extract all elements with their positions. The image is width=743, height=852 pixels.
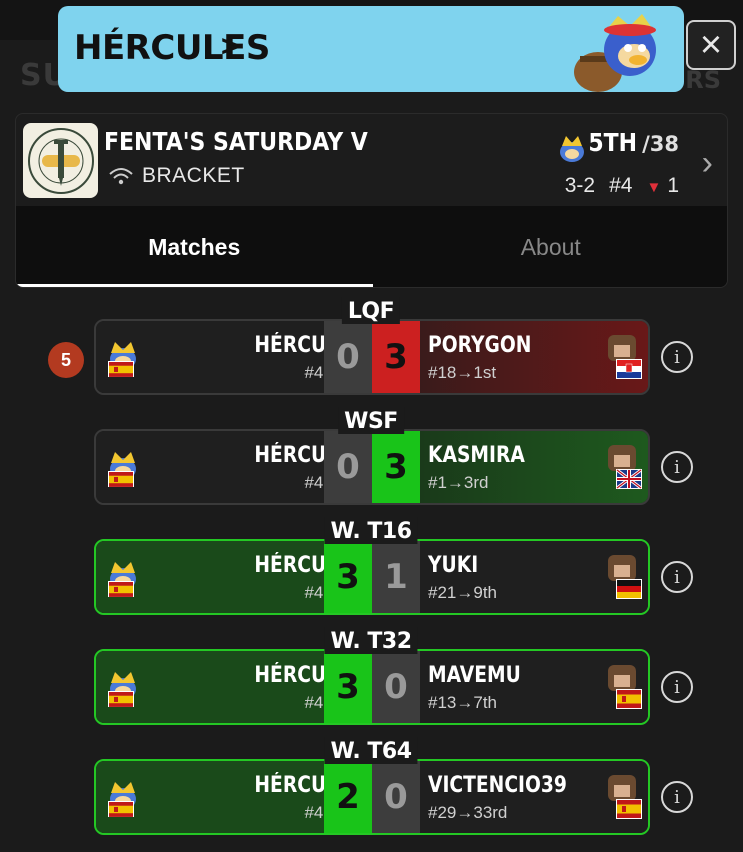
- round-label: W. T32: [324, 627, 418, 654]
- player-character-icon: [108, 452, 136, 487]
- opponent-character-icon: [608, 555, 642, 599]
- opponent-character-icon: [608, 775, 642, 819]
- info-icon[interactable]: i: [661, 341, 693, 373]
- player-score: 3: [324, 651, 372, 723]
- king-dedede-icon: [574, 14, 656, 92]
- opponent-side: PORYGON #18→1st: [420, 321, 648, 393]
- opponent-seed: #29→33rd: [428, 803, 508, 822]
- opponent-side: MAVEMU #13→7th: [420, 651, 648, 723]
- tournament-card[interactable]: FENTA'S SATURDAY V BRACKET 5TH /38 3-2 #…: [15, 113, 728, 288]
- player-score: 0: [324, 321, 372, 393]
- opponent-name: YUKI: [428, 553, 479, 578]
- round-badge: 5: [48, 342, 84, 378]
- lives: ▼ 1: [646, 174, 679, 198]
- match-row[interactable]: HÉRCULES#4→5th20VICTENCIO39#29→33rd: [94, 759, 650, 835]
- player-character-icon: [108, 782, 136, 817]
- player-score: 2: [324, 761, 372, 833]
- tournament-type: BRACKET: [108, 164, 245, 188]
- opponent-seed: #21→9th: [428, 583, 497, 602]
- close-button[interactable]: ×: [686, 20, 736, 70]
- opponent-score: 0: [372, 761, 420, 833]
- round-label: W. T16: [324, 517, 418, 544]
- player-character-icon: [108, 562, 136, 597]
- opponent-name: VICTENCIO39: [428, 773, 567, 798]
- tournament-logo: [23, 123, 98, 198]
- player-stats: 3-2 #4 ▼ 1: [565, 174, 679, 198]
- background-header-right: RS: [685, 66, 721, 94]
- opponent-name: KASMIRA: [428, 443, 525, 468]
- heart-icon: ▼: [646, 179, 662, 196]
- round-label: LQF: [341, 297, 401, 324]
- placement-rank: 5TH: [588, 128, 637, 157]
- round-label: WSF: [338, 407, 404, 434]
- player-character-icon: [108, 342, 136, 377]
- match-row[interactable]: HÉRCULES#4→5th03KASMIRA#1→3rd: [94, 429, 650, 505]
- player-banner[interactable]: HÉRCULES >: [58, 6, 684, 92]
- player-score: 3: [324, 541, 372, 613]
- opponent-seed: #18→1st: [428, 363, 497, 382]
- info-icon[interactable]: i: [661, 561, 693, 593]
- opponent-side: VICTENCIO39 #29→33rd: [420, 761, 648, 833]
- player-score: 0: [324, 431, 372, 503]
- opponent-score: 3: [372, 431, 420, 503]
- lives-count: 1: [667, 174, 679, 197]
- opponent-score: 3: [372, 321, 420, 393]
- opponent-score: 1: [372, 541, 420, 613]
- placement: 5TH /38: [585, 128, 679, 157]
- round-label: W. T64: [324, 737, 418, 764]
- close-icon: ×: [699, 24, 723, 66]
- placement-total: /38: [642, 132, 679, 156]
- opponent-side: YUKI #21→9th: [420, 541, 648, 613]
- opponent-side: KASMIRA #1→3rd: [420, 431, 648, 503]
- match-row[interactable]: HÉRCULES#4→5th30MAVEMU#13→7th: [94, 649, 650, 725]
- chevron-right-icon[interactable]: ›: [702, 144, 713, 183]
- tournament-name: FENTA'S SATURDAY V: [104, 127, 368, 156]
- opponent-score: 0: [372, 651, 420, 723]
- seed: #4: [609, 174, 633, 197]
- opponent-seed: #1→3rd: [428, 473, 489, 492]
- opponent-character-icon: [608, 335, 642, 379]
- wifi-icon: [109, 168, 133, 185]
- opponent-seed: #13→7th: [428, 693, 497, 712]
- chevron-right-icon: >: [221, 30, 239, 63]
- tab-bar: Matches About: [16, 206, 728, 287]
- character-icon: [560, 136, 584, 162]
- syringe-logo-icon: [27, 127, 94, 194]
- info-icon[interactable]: i: [661, 671, 693, 703]
- opponent-name: PORYGON: [428, 333, 532, 358]
- banner-player-name: HÉRCULES: [74, 28, 270, 68]
- tab-matches[interactable]: Matches: [16, 206, 373, 287]
- opponent-character-icon: [608, 445, 642, 490]
- tournament-type-label: BRACKET: [142, 164, 245, 187]
- info-icon[interactable]: i: [661, 451, 693, 483]
- match-row[interactable]: HÉRCULES#4→5th03PORYGON#18→1st: [94, 319, 650, 395]
- opponent-name: MAVEMU: [428, 663, 521, 688]
- tab-about[interactable]: About: [373, 206, 728, 287]
- record: 3-2: [564, 174, 596, 197]
- info-icon[interactable]: i: [661, 781, 693, 813]
- opponent-character-icon: [608, 665, 642, 709]
- player-character-icon: [108, 672, 136, 707]
- match-row[interactable]: HÉRCULES#4→5th31YUKI#21→9th: [94, 539, 650, 615]
